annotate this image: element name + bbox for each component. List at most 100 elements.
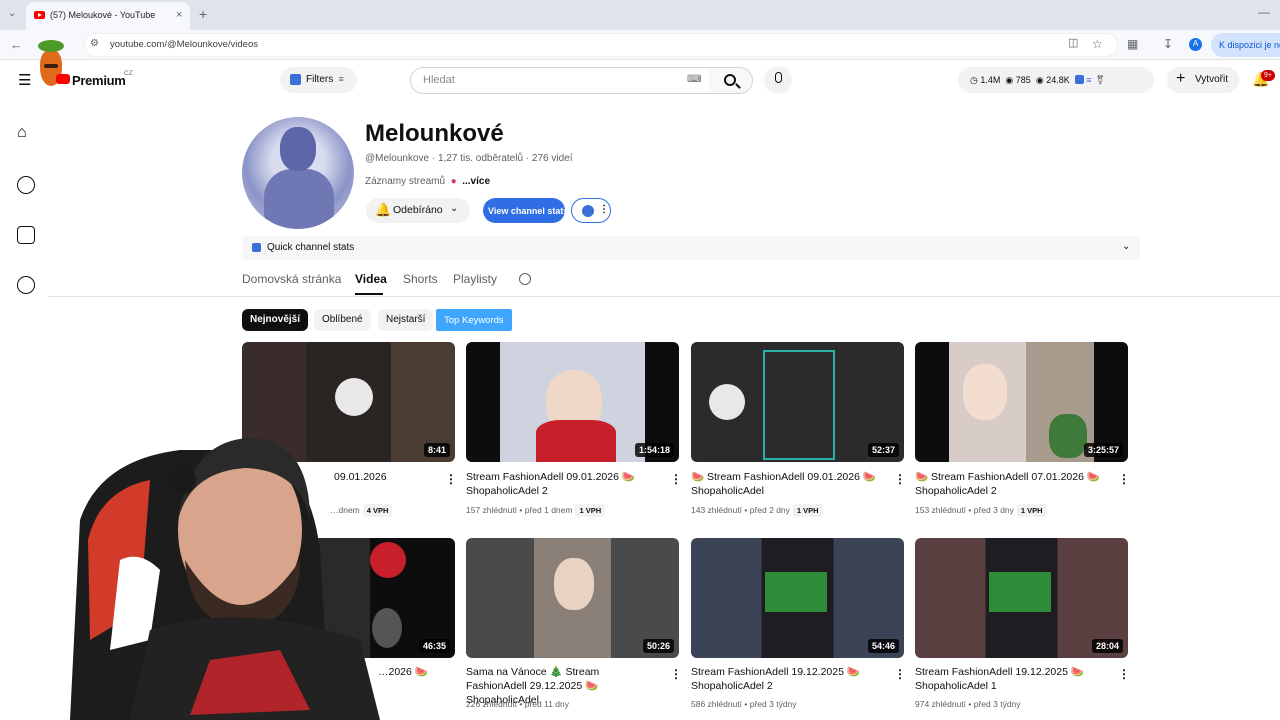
vph-badge: 1 VPH [792,504,823,517]
video-meta: 143 zhlédnutí • před 2 dny 1 VPH [691,504,823,517]
video-title[interactable]: 🍉 Stream FashionAdell 09.01.2026 🍉 Shopa… [691,470,886,498]
more-vert-icon[interactable]: ⋮ [894,472,906,486]
view-channel-stats-button[interactable]: View channel stats [483,198,568,223]
you-profile-icon[interactable] [17,276,35,294]
channel-meta: @Melounkove · 1,27 tis. odběratelů · 276… [365,153,573,164]
video-duration: 3:25:57 [1083,443,1123,457]
search-input[interactable]: Hledat [410,67,710,94]
video-duration: 54:46 [867,639,899,653]
video-thumbnail[interactable]: 3:25:57 [915,342,1128,462]
tab-list-chevron-icon[interactable]: ⌄ [8,9,16,19]
extension-logo-icon [252,243,261,252]
extension-logo-icon [1074,75,1084,84]
chip-oldest[interactable]: Nejstarší [378,309,434,331]
chip-newest[interactable]: Nejnovější [242,309,309,331]
video-thumbnail[interactable]: 50:26 [466,538,679,658]
extensions-icon[interactable]: ▦ [1127,38,1138,50]
more-vert-icon[interactable]: ⋮ [670,667,682,681]
back-arrow-icon[interactable]: ← [10,38,23,51]
install-app-icon[interactable]: ◫ [1068,38,1078,49]
create-button[interactable]: + Vytvořit [1167,67,1239,93]
chevron-down-icon: ⌄ [1122,241,1131,252]
keyboard-icon[interactable]: ⌨ [687,75,701,85]
bookmark-star-icon[interactable]: ☆ [1092,38,1103,50]
more-vert-icon[interactable]: ⋮ [670,472,682,486]
video-meta: 157 zhlédnutí • před 1 dnem 1 VPH [466,504,606,517]
video-title[interactable]: Stream FashionAdell 19.12.2025 🍉 Shopaho… [691,665,886,693]
tab-title: (57) Meloukové - YouTube [50,10,156,20]
chip-popular[interactable]: Oblíbené [314,309,371,331]
video-thumbnail[interactable]: 52:37 [691,342,904,462]
video-meta: 586 zhlédnutí • před 3 týdny [691,699,797,709]
voice-search-button[interactable] [764,66,792,94]
more-vert-icon[interactable]: ⋮ [1118,667,1130,681]
browser-tab[interactable]: (57) Meloukové - YouTube × [26,2,190,30]
chevron-down-icon: ⌄ [450,203,459,214]
more-vert-icon[interactable]: ⋮ [1118,472,1130,486]
premium-brand[interactable]: Premium [72,73,126,88]
extension-menu-button[interactable]: ⋮ [571,198,611,223]
more-vert-icon[interactable]: ⋮ [894,667,906,681]
video-title[interactable]: Stream FashionAdell 09.01.2026 🍉 Shopaho… [466,470,661,498]
video-meta: 153 zhlédnutí • před 3 dny 1 VPH [915,504,1047,517]
download-icon[interactable]: ↧ [1163,38,1173,50]
webcam-overlay [60,410,440,720]
channel-name: Melounkové [365,120,504,147]
more-link[interactable]: ...více [462,176,490,187]
channel-stats-pill[interactable]: ◷ 1.4M ◉ 785 ◉ 24.8K ≡ ⚧ [958,67,1154,93]
url-text: youtube.com/@Melounkove/videos [110,39,259,50]
subscribed-button[interactable]: 🔔 Odebíráno ⌄ [366,198,470,223]
tab-videos[interactable]: Videa [355,272,387,286]
vph-badge: 1 VPH [575,504,606,517]
search-button[interactable] [709,67,753,94]
tab-shorts[interactable]: Shorts [403,272,438,286]
tab-divider [48,296,1280,297]
filters-button[interactable]: Filters ≡ [280,67,357,93]
vph-badge: 1 VPH [1016,504,1047,517]
video-duration: 1:54:18 [634,443,674,457]
region-code: CZ [124,70,133,77]
quick-channel-stats-bar[interactable]: Quick channel stats ⌄ [242,236,1140,260]
subscribe-label: Odebíráno [393,204,443,216]
browser-tab-bar: ⌄ (57) Meloukové - YouTube × + — [0,0,1280,30]
video-duration: 28:04 [1091,639,1123,653]
video-meta: 226 zhlédnutí • před 11 dny [466,699,570,709]
chip-top-keywords[interactable]: Top Keywords [436,309,512,331]
channel-search-icon[interactable] [519,273,531,285]
video-thumbnail[interactable]: 54:46 [691,538,904,658]
home-icon[interactable]: ⌂ [17,125,27,141]
update-available-button[interactable]: K dispozici je nov [1211,33,1280,57]
more-vert-icon[interactable]: ⋮ [445,472,457,486]
more-vert-icon: ⋮ [599,204,609,215]
channel-description[interactable]: Záznamy streamů ● ...více [365,176,490,187]
notification-badge: 9+ [1261,70,1275,81]
quick-stats-label: Quick channel stats [267,242,355,253]
list-icon: ≡ [1086,75,1092,85]
profile-avatar-icon[interactable]: A [1189,38,1202,51]
gender-icon: ⚧ [1096,75,1105,85]
tab-close-icon[interactable]: × [176,10,182,21]
subscriptions-icon[interactable] [17,226,35,244]
video-thumbnail[interactable]: 1:54:18 [466,342,679,462]
video-thumbnail[interactable]: 28:04 [915,538,1128,658]
new-tab-icon[interactable]: + [199,7,207,21]
eye-icon: ◉ [1035,75,1044,85]
stat-eye2: 24.8K [1046,75,1070,85]
video-duration: 50:26 [642,639,674,653]
channel-avatar[interactable] [242,117,354,229]
site-settings-icon[interactable]: ⚙ [90,39,99,49]
eye-icon: ◉ [1005,75,1014,85]
channel-desc-text: Záznamy streamů [365,176,446,187]
minimize-icon[interactable]: — [1258,6,1270,18]
tab-playlists[interactable]: Playlisty [453,272,497,286]
clock-icon: ◷ [970,75,978,85]
video-title[interactable]: 🍉 Stream FashionAdell 07.01.2026 🍉 Shopa… [915,470,1110,498]
tab-home[interactable]: Domovská stránka [242,272,341,286]
microphone-icon [775,72,782,83]
active-tab-indicator [355,293,383,295]
youtube-logo-icon[interactable] [56,74,70,84]
extension-logo-icon [290,74,301,85]
video-duration: 52:37 [867,443,899,457]
video-title[interactable]: Stream FashionAdell 19.12.2025 🍉 Shopaho… [915,665,1110,693]
shorts-icon[interactable] [17,176,35,194]
